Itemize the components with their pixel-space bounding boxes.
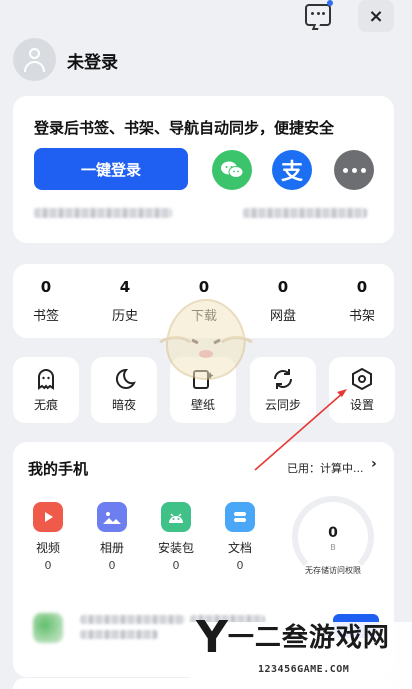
blurred-text [80, 615, 185, 624]
document-icon [225, 502, 255, 532]
sync-icon [274, 369, 292, 389]
close-icon: × [368, 5, 384, 27]
wechat-login-button[interactable] [212, 150, 252, 190]
storage-gauge-value: 0 [328, 525, 338, 541]
notification-dot [327, 0, 333, 6]
album-icon [97, 502, 127, 532]
video-icon [33, 502, 63, 532]
tool-cloud-sync[interactable]: 云同步 [250, 357, 316, 423]
more-login-button[interactable] [334, 150, 374, 190]
stat-bookshelf[interactable]: 0 书架 [332, 278, 392, 324]
alipay-icon: 支 [280, 160, 303, 185]
tool-settings[interactable]: 设置 [329, 357, 395, 423]
watermark-mascot [159, 298, 253, 380]
stat-netdisk[interactable]: 0 网盘 [253, 278, 313, 324]
login-title: 登录后书签、书架、导航自动同步，便捷安全 [34, 119, 335, 137]
android-icon [161, 502, 191, 532]
settings-hex-icon [352, 368, 372, 390]
tool-dark-mode[interactable]: 暗夜 [91, 357, 157, 423]
app-documents[interactable]: 文档 0 [218, 502, 262, 572]
close-button[interactable]: × [358, 0, 394, 32]
alipay-login-button[interactable]: 支 [272, 150, 312, 190]
blurred-text [80, 630, 158, 639]
app-album[interactable]: 相册 0 [90, 502, 134, 572]
one-click-login-button[interactable]: 一键登录 [34, 148, 188, 190]
avatar[interactable] [13, 38, 56, 81]
moon-icon [115, 368, 136, 389]
my-phone-title: 我的手机 [28, 460, 89, 478]
storage-permission-note[interactable]: 无存储访问权限 [296, 565, 370, 576]
storage-gauge-unit: B [330, 543, 336, 552]
watermark-url: 123456GAME.COM [258, 664, 350, 675]
app-packages[interactable]: 安装包 0 [154, 502, 198, 572]
stat-history[interactable]: 4 历史 [95, 278, 155, 324]
ghost-icon [38, 369, 54, 390]
blurred-text [243, 208, 367, 218]
app-videos[interactable]: 视频 0 [26, 502, 70, 572]
chevron-right-icon[interactable]: › [371, 456, 377, 472]
blurred-text [34, 208, 172, 218]
chat-message-icon[interactable] [305, 4, 331, 30]
watermark-title: Y一二叁游戏网 [196, 612, 390, 663]
wechat-icon [221, 161, 244, 178]
more-dots-icon [341, 167, 368, 173]
blurred-thumbnail [33, 613, 63, 643]
user-name[interactable]: 未登录 [67, 48, 118, 73]
stat-bookmarks[interactable]: 0 书签 [16, 278, 76, 324]
tool-incognito[interactable]: 无痕 [13, 357, 79, 423]
storage-used-label[interactable]: 已用：计算中... [287, 460, 364, 476]
